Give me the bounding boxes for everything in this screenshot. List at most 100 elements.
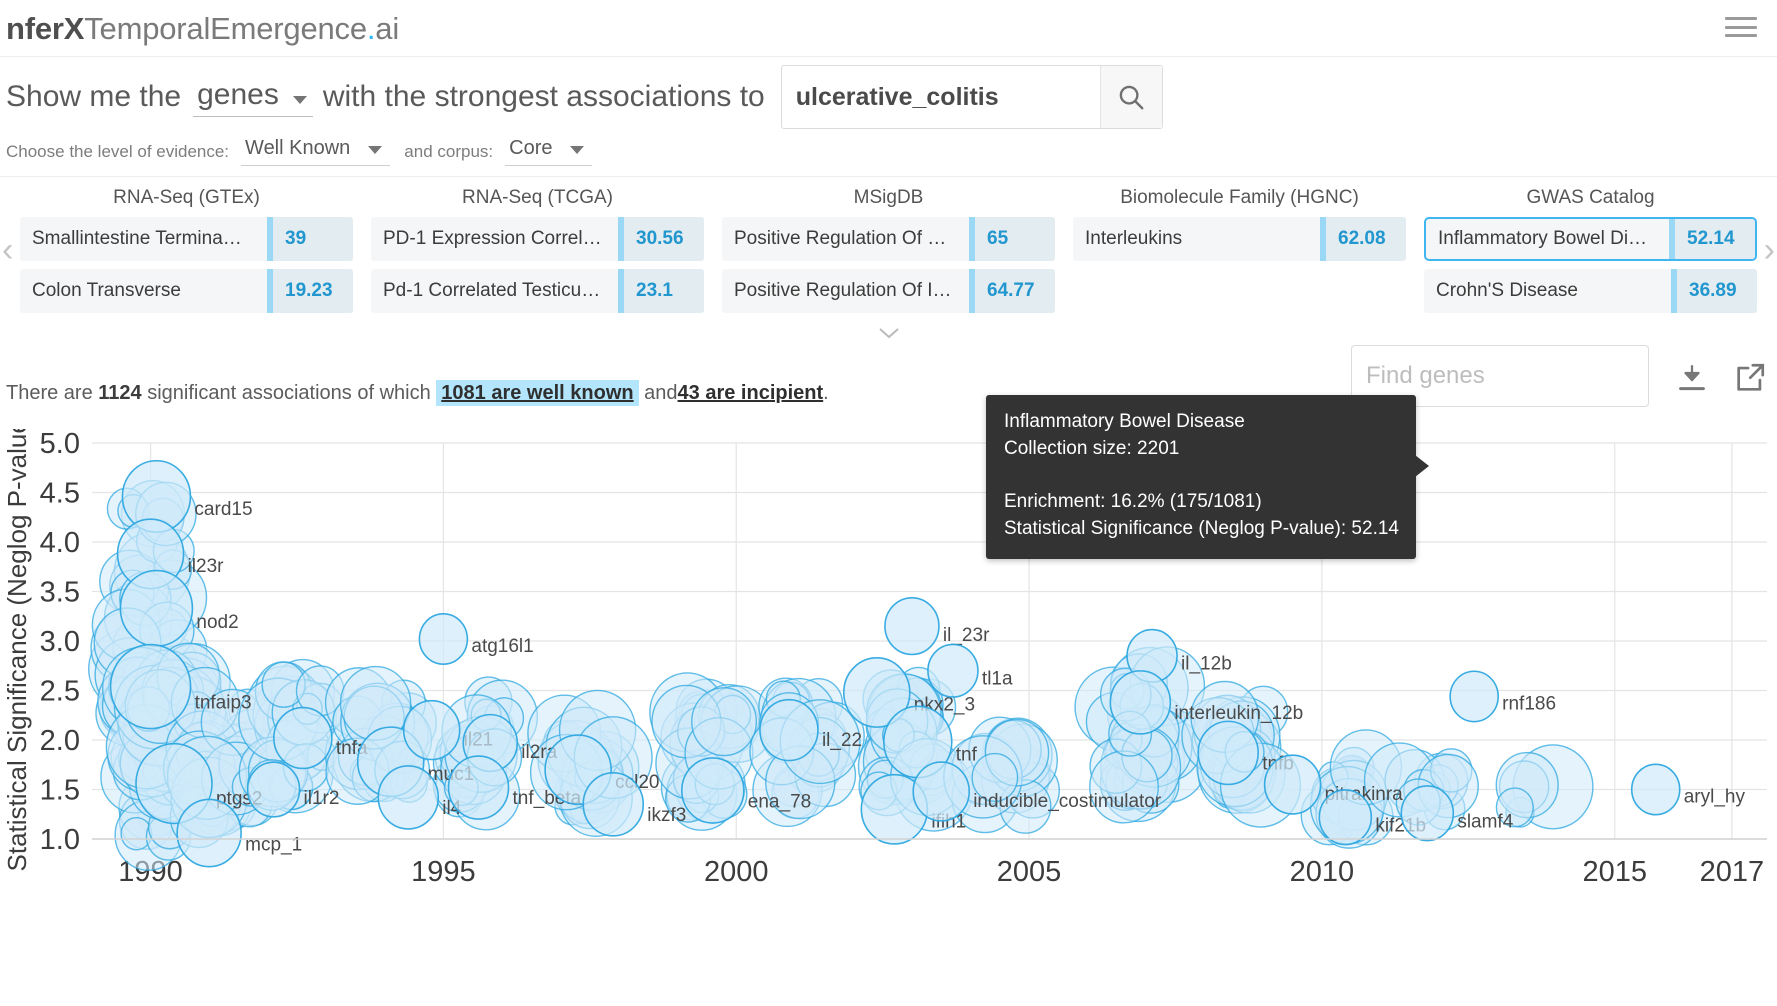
- corpus-label: and corpus:: [404, 142, 493, 162]
- chart-bubble[interactable]: [177, 799, 241, 866]
- y-axis-tick-label: 3.0: [40, 626, 80, 658]
- chart-point-label: tnfaip3: [195, 693, 252, 714]
- chart-bubble[interactable]: [1110, 671, 1170, 734]
- incipient-link[interactable]: 43 are incipient: [678, 382, 824, 404]
- chart-point-label: inducible_costimulator: [973, 791, 1162, 812]
- panel-row-score: 19.23: [267, 269, 353, 313]
- x-axis-tick-label: 2010: [1290, 856, 1355, 888]
- chart-bubble[interactable]: [1198, 721, 1258, 784]
- panel-row-score: 36.89: [1671, 269, 1757, 313]
- chart-bubble[interactable]: [583, 773, 643, 836]
- panel-row-label: Positive Regulation Of I…: [722, 280, 969, 302]
- chart-point-label: rnf186: [1502, 694, 1556, 715]
- summary-middle-1: significant associations of which: [147, 382, 430, 404]
- panel-row-selected[interactable]: Inflammatory Bowel Di…52.14: [1424, 217, 1757, 261]
- chart-svg[interactable]: 1.01.52.02.53.03.54.04.55.01990199520002…: [0, 429, 1777, 899]
- search-button[interactable]: [1100, 66, 1162, 128]
- query-sentence: Show me the genes with the strongest ass…: [6, 57, 1771, 137]
- chart-bubble[interactable]: [248, 762, 300, 817]
- panel-row-label: Pd-1 Correlated Testicu…: [371, 280, 618, 302]
- chart-bubble[interactable]: [449, 756, 509, 819]
- panel-row-label: Interleukins: [1073, 228, 1320, 250]
- temporal-emergence-chart: 1.01.52.02.53.03.54.04.55.01990199520002…: [0, 429, 1777, 1006]
- y-axis-tick-label: 1.5: [40, 775, 80, 807]
- panel-row[interactable]: Positive Regulation Of I…64.77: [722, 269, 1055, 313]
- panel-row-label: Colon Transverse: [20, 280, 267, 302]
- summary-prefix: There are: [6, 382, 93, 404]
- y-axis-tick-label: 2.5: [40, 676, 80, 708]
- well-known-link[interactable]: 1081 are well known: [436, 380, 638, 406]
- chart-bubble[interactable]: [120, 571, 192, 647]
- panel-row-label: Crohn'S Disease: [1424, 280, 1671, 302]
- panel-row[interactable]: PD-1 Expression Correl…30.56: [371, 217, 704, 261]
- chart-bubble[interactable]: [378, 766, 438, 829]
- chart-bubble[interactable]: [928, 644, 978, 697]
- summary-total-count: 1124: [98, 382, 141, 404]
- panel-title: RNA-Seq (GTEx): [20, 187, 353, 209]
- download-icon: [1675, 361, 1709, 395]
- filters-row: Choose the level of evidence: Well Known…: [6, 137, 1771, 176]
- chart-bubble[interactable]: [1632, 764, 1680, 814]
- entity-type-dropdown[interactable]: genes: [193, 78, 313, 117]
- chart-bubble[interactable]: [1450, 671, 1498, 721]
- evidence-panel: MSigDBPositive Regulation Of …65Positive…: [722, 187, 1055, 321]
- chart-point-label: ena_78: [748, 792, 811, 813]
- chevron-down-icon: [368, 146, 382, 154]
- chart-bubble[interactable]: [1319, 790, 1371, 845]
- panels-next-button[interactable]: ›: [1764, 233, 1775, 267]
- chart-bubble[interactable]: [760, 700, 818, 761]
- panel-title: MSigDB: [722, 187, 1055, 209]
- chart-bubble[interactable]: [274, 708, 332, 769]
- panel-row[interactable]: Interleukins62.08: [1073, 217, 1406, 261]
- search-input[interactable]: [782, 66, 1100, 128]
- hamburger-menu-icon[interactable]: [1725, 14, 1757, 40]
- y-axis-tick-label: 3.5: [40, 577, 80, 609]
- chart-point[interactable]: tl1a: [928, 644, 1013, 697]
- chart-bubble[interactable]: [682, 758, 744, 823]
- y-axis-title: Statistical Significance (Neglog P-value…: [2, 429, 32, 872]
- chart-point[interactable]: aryl_hy: [1632, 764, 1746, 814]
- panel-row-score: 64.77: [969, 269, 1055, 313]
- chart-bubble[interactable]: [419, 614, 467, 664]
- chart-point[interactable]: il_23r: [885, 598, 990, 655]
- y-axis-tick-label: 5.0: [40, 429, 80, 460]
- chart-point[interactable]: atg16l1: [419, 614, 533, 664]
- x-axis-tick-label: 2015: [1582, 856, 1647, 888]
- app-logo: nferXTemporalEmergence.ai: [0, 13, 399, 44]
- panel-row-label: Positive Regulation Of …: [722, 228, 969, 250]
- chart-point[interactable]: rnf186: [1450, 671, 1556, 721]
- chart-point-label: mcp_1: [245, 835, 302, 856]
- panel-row-score: 23.1: [618, 269, 704, 313]
- tooltip-enrichment: Enrichment: 16.2% (175/1081): [1004, 489, 1398, 516]
- corpus-dropdown[interactable]: Core: [505, 137, 592, 166]
- panels-grid: RNA-Seq (GTEx) Smallintestine Termina…39 C…: [0, 187, 1777, 321]
- panel-row[interactable]: Positive Regulation Of …65: [722, 217, 1055, 261]
- evidence-dropdown[interactable]: Well Known: [241, 137, 390, 166]
- search-icon: [1116, 82, 1146, 112]
- evidence-panels: ‹ › RNA-Seq (GTEx) Smallintestine Termina…: [0, 177, 1777, 337]
- chart-bubble[interactable]: [913, 762, 969, 821]
- download-button[interactable]: [1673, 359, 1711, 397]
- panel-row[interactable]: Colon Transverse19.23: [20, 269, 353, 313]
- y-axis-tick-label: 1.0: [40, 824, 80, 856]
- chart-bubble[interactable]: [1090, 751, 1158, 823]
- summary-middle-2: and: [644, 382, 677, 404]
- chart-point-label: interleukin_12b: [1174, 703, 1303, 724]
- panel-row[interactable]: Pd-1 Correlated Testicu…23.1: [371, 269, 704, 313]
- app-header: nferXTemporalEmergence.ai: [0, 0, 1777, 57]
- chart-bubble[interactable]: [885, 598, 939, 655]
- open-in-new-icon: [1733, 361, 1767, 395]
- panel-row[interactable]: Smallintestine Termina…39: [20, 217, 353, 261]
- evidence-panel: GWAS CatalogInflammatory Bowel Di…52.14C…: [1424, 187, 1757, 321]
- chart-bubble[interactable]: [692, 688, 757, 756]
- chart-bubble[interactable]: [1401, 786, 1453, 841]
- panel-row[interactable]: Crohn'S Disease36.89: [1424, 269, 1757, 313]
- chart-point-label: il23r: [188, 556, 225, 577]
- chart-point[interactable]: nod2: [120, 571, 238, 647]
- chevron-down-icon: [293, 96, 307, 104]
- panels-prev-button[interactable]: ‹: [2, 233, 13, 267]
- chart-bubble[interactable]: [1265, 755, 1321, 814]
- open-in-new-button[interactable]: [1731, 359, 1769, 397]
- chart-bubble[interactable]: [111, 645, 191, 729]
- chart-bubble[interactable]: [404, 701, 460, 760]
